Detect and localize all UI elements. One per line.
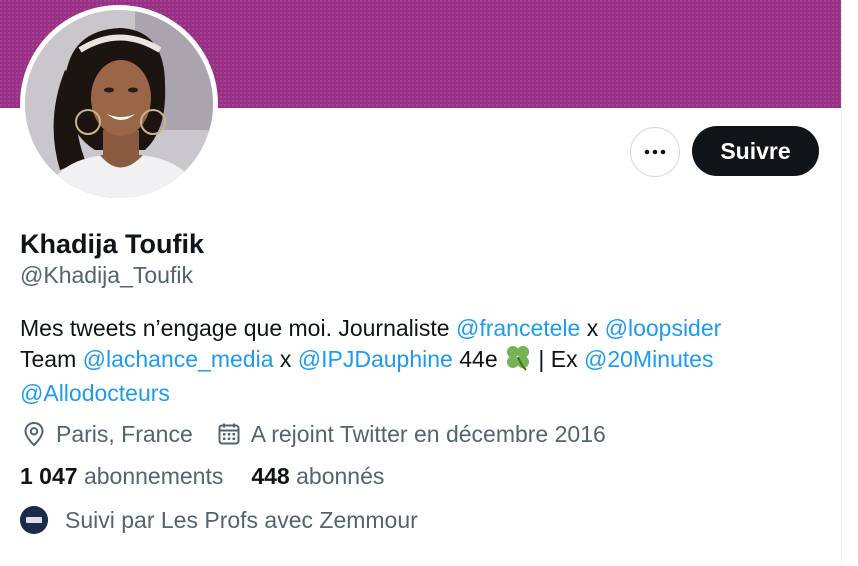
profile-stats: 1 047 abonnements 448 abonnés <box>20 463 412 490</box>
calendar-icon <box>215 420 243 448</box>
bio-line-1: Mes tweets n’engage que moi. Journaliste… <box>20 313 820 343</box>
bio-line-3: @Allodocteurs <box>20 378 820 408</box>
page-edge <box>841 0 858 566</box>
mention-francetele-link[interactable]: @francetele <box>456 315 580 341</box>
mention-loopsider-link[interactable]: @loopsider <box>605 315 722 341</box>
followers-count: 448 <box>251 463 290 489</box>
bio-text: Mes tweets n’engage que moi. Journaliste <box>20 315 456 341</box>
bio-line-2: Team @lachance_media x @IPJDauphine 44e … <box>20 343 820 378</box>
bio-text: x <box>273 346 298 372</box>
location-text: Paris, France <box>56 420 193 447</box>
bio-text: x <box>580 315 605 341</box>
more-options-button[interactable] <box>630 127 680 177</box>
profile-name: Khadija Toufik <box>20 229 205 259</box>
profile-handle: @Khadija_Toufik <box>20 262 193 288</box>
follower-avatar-logo-icon <box>20 506 48 534</box>
followers-link[interactable]: 448 abonnés <box>251 463 384 490</box>
follow-button[interactable]: Suivre <box>692 126 819 176</box>
join-date-item: A rejoint Twitter en décembre 2016 <box>215 420 606 448</box>
avatar-photo <box>25 10 213 198</box>
bio-text: 44e <box>452 346 504 372</box>
avatar-portrait-illustration <box>25 10 213 198</box>
mention-20minutes-link[interactable]: @20Minutes <box>584 346 713 372</box>
profile-avatar[interactable] <box>20 5 218 203</box>
mention-allodocteurs-link[interactable]: @Allodocteurs <box>20 380 170 406</box>
profile-meta: Paris, France A rejoint Twitter en décem… <box>20 418 628 450</box>
bio-text: Team <box>20 346 83 372</box>
location-item: Paris, France <box>20 420 193 448</box>
following-label: abonnements <box>83 463 224 489</box>
bio-text: | Ex <box>532 346 584 372</box>
followers-label: abonnés <box>296 463 385 489</box>
following-link[interactable]: 1 047 abonnements <box>20 463 223 490</box>
follower-avatar <box>20 506 48 534</box>
more-dots-icon <box>644 149 666 155</box>
mention-lachance-media-link[interactable]: @lachance_media <box>83 346 274 372</box>
profile-bio: Mes tweets n’engage que moi. Journaliste… <box>20 313 820 408</box>
mention-ipjdauphine-link[interactable]: @IPJDauphine <box>298 346 453 372</box>
location-pin-icon <box>20 420 48 448</box>
followed-by-text: Suivi par Les Profs avec Zemmour <box>65 506 418 533</box>
following-count: 1 047 <box>20 463 78 489</box>
followed-by[interactable]: Suivi par Les Profs avec Zemmour <box>20 506 418 534</box>
clover-emoji-icon <box>504 343 532 378</box>
join-date-text: A rejoint Twitter en décembre 2016 <box>250 420 606 447</box>
